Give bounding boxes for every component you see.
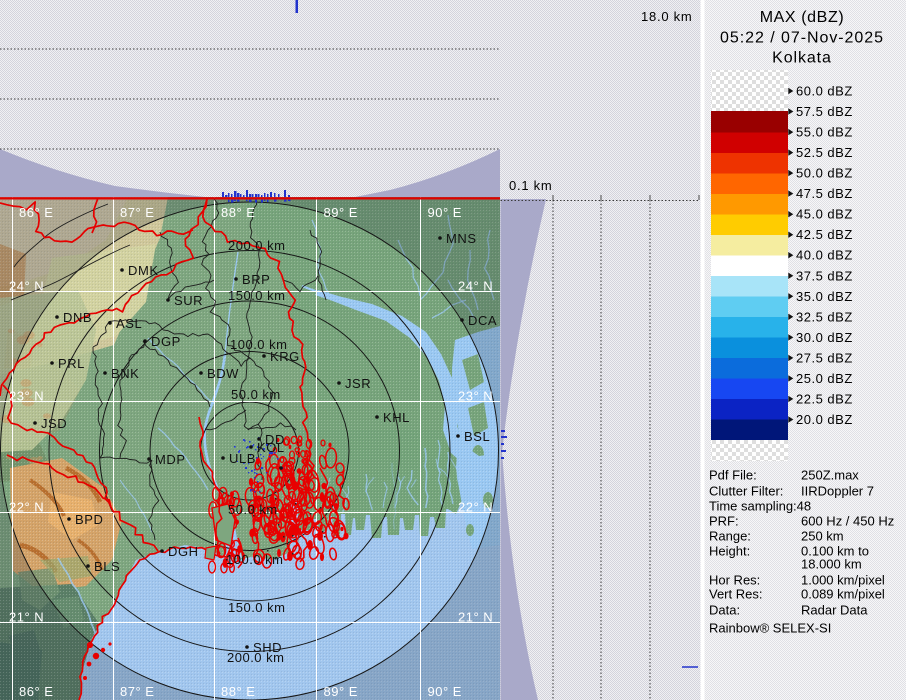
svg-text:Hor Res:: Hor Res:: [709, 573, 760, 588]
svg-text:55.0 dBZ: 55.0 dBZ: [796, 125, 853, 140]
svg-text:05:22 / 07-Nov-2025: 05:22 / 07-Nov-2025: [720, 30, 884, 47]
svg-text:BPD: BPD: [75, 512, 103, 527]
svg-text:ULB: ULB: [229, 451, 256, 466]
svg-text:PRF:: PRF:: [709, 514, 739, 529]
svg-text:Clutter Filter:: Clutter Filter:: [709, 484, 783, 499]
svg-text:Rainbow® SELEX-SI: Rainbow® SELEX-SI: [709, 621, 831, 636]
svg-text:Kolkata: Kolkata: [772, 50, 832, 67]
svg-text:24° N: 24° N: [458, 279, 493, 294]
svg-text:Height:: Height:: [709, 544, 750, 559]
svg-text:250 km: 250 km: [801, 529, 844, 544]
svg-text:JSD: JSD: [41, 416, 67, 431]
svg-text:DGH: DGH: [168, 544, 199, 559]
svg-text:21° N: 21° N: [9, 610, 44, 625]
svg-text:23° N: 23° N: [9, 389, 44, 404]
svg-text:89° E: 89° E: [324, 684, 358, 699]
svg-text:22° N: 22° N: [458, 500, 493, 515]
svg-text:88° E: 88° E: [221, 684, 255, 699]
svg-text:0.089 km/pixel: 0.089 km/pixel: [801, 587, 885, 602]
svg-text:KOL: KOL: [257, 440, 285, 455]
svg-text:SUR: SUR: [174, 293, 203, 308]
svg-text:24° N: 24° N: [9, 279, 44, 294]
svg-text:21° N: 21° N: [458, 610, 493, 625]
svg-text:87° E: 87° E: [120, 684, 154, 699]
svg-text:35.0 dBZ: 35.0 dBZ: [796, 289, 853, 304]
svg-text:BDW: BDW: [207, 366, 239, 381]
svg-text:0.1 km: 0.1 km: [509, 178, 553, 193]
svg-text:ASL: ASL: [116, 316, 142, 331]
svg-text:MAX (dBZ): MAX (dBZ): [760, 9, 845, 26]
svg-text:1.000 km/pixel: 1.000 km/pixel: [801, 573, 885, 588]
svg-text:BNK: BNK: [111, 366, 139, 381]
svg-text:KHL: KHL: [383, 410, 410, 425]
svg-text:600 Hz / 450 Hz: 600 Hz / 450 Hz: [801, 514, 894, 529]
svg-text:18.0 km: 18.0 km: [641, 9, 693, 24]
svg-text:Vert Res:: Vert Res:: [709, 587, 762, 602]
svg-text:DMK: DMK: [128, 263, 159, 278]
svg-text:90° E: 90° E: [428, 205, 462, 220]
svg-text:45.0 dBZ: 45.0 dBZ: [796, 207, 853, 222]
svg-text:60.0 dBZ: 60.0 dBZ: [796, 84, 853, 99]
svg-text:86° E: 86° E: [19, 684, 53, 699]
svg-text:MDP: MDP: [155, 452, 186, 467]
svg-text:BLS: BLS: [94, 559, 120, 574]
svg-text:50.0 km: 50.0 km: [231, 387, 281, 402]
svg-text:87° E: 87° E: [120, 205, 154, 220]
svg-text:50.0 km: 50.0 km: [228, 502, 278, 517]
svg-text:200.0 km: 200.0 km: [228, 238, 285, 253]
svg-text:25.0 dBZ: 25.0 dBZ: [796, 371, 853, 386]
svg-text:37.5 dBZ: 37.5 dBZ: [796, 268, 853, 283]
svg-text:Data:: Data:: [709, 603, 740, 618]
svg-text:52.5 dBZ: 52.5 dBZ: [796, 145, 853, 160]
svg-text:150.0 km: 150.0 km: [228, 288, 285, 303]
svg-text:Pdf File:: Pdf File:: [709, 468, 757, 483]
svg-text:DNB: DNB: [63, 310, 92, 325]
svg-text:MNS: MNS: [446, 231, 477, 246]
svg-text:42.5 dBZ: 42.5 dBZ: [796, 227, 853, 242]
svg-text:JSR: JSR: [345, 376, 371, 391]
svg-text:20.0 dBZ: 20.0 dBZ: [796, 412, 853, 427]
svg-text:47.5 dBZ: 47.5 dBZ: [796, 186, 853, 201]
svg-text:18.000 km: 18.000 km: [801, 557, 862, 572]
svg-text:27.5 dBZ: 27.5 dBZ: [796, 350, 853, 365]
svg-text:30.0 dBZ: 30.0 dBZ: [796, 330, 853, 345]
svg-text:32.5 dBZ: 32.5 dBZ: [796, 309, 853, 324]
svg-text:Radar Data: Radar Data: [801, 603, 868, 618]
svg-text:86° E: 86° E: [19, 205, 53, 220]
svg-text:BRP: BRP: [242, 272, 270, 287]
svg-text:22° N: 22° N: [9, 500, 44, 515]
svg-text:DGP: DGP: [151, 334, 181, 349]
svg-text:SHD: SHD: [253, 640, 282, 655]
svg-text:IIRDoppler 7: IIRDoppler 7: [801, 484, 874, 499]
svg-text:88° E: 88° E: [221, 205, 255, 220]
svg-text:DCA: DCA: [468, 313, 497, 328]
svg-text:22.5 dBZ: 22.5 dBZ: [796, 391, 853, 406]
svg-text:Range:: Range:: [709, 529, 751, 544]
svg-text:57.5 dBZ: 57.5 dBZ: [796, 104, 853, 119]
svg-text:PRL: PRL: [58, 356, 85, 371]
svg-text:BSL: BSL: [464, 429, 490, 444]
svg-text:90° E: 90° E: [428, 684, 462, 699]
svg-text:100.0 km: 100.0 km: [226, 552, 283, 567]
svg-text:KRG: KRG: [270, 349, 300, 364]
svg-text:Time sampling:48: Time sampling:48: [709, 499, 811, 514]
svg-text:23° N: 23° N: [458, 389, 493, 404]
svg-text:250Z.max: 250Z.max: [801, 468, 859, 483]
svg-text:50.0 dBZ: 50.0 dBZ: [796, 166, 853, 181]
svg-text:89° E: 89° E: [324, 205, 358, 220]
svg-text:40.0 dBZ: 40.0 dBZ: [796, 248, 853, 263]
svg-text:150.0 km: 150.0 km: [228, 600, 285, 615]
